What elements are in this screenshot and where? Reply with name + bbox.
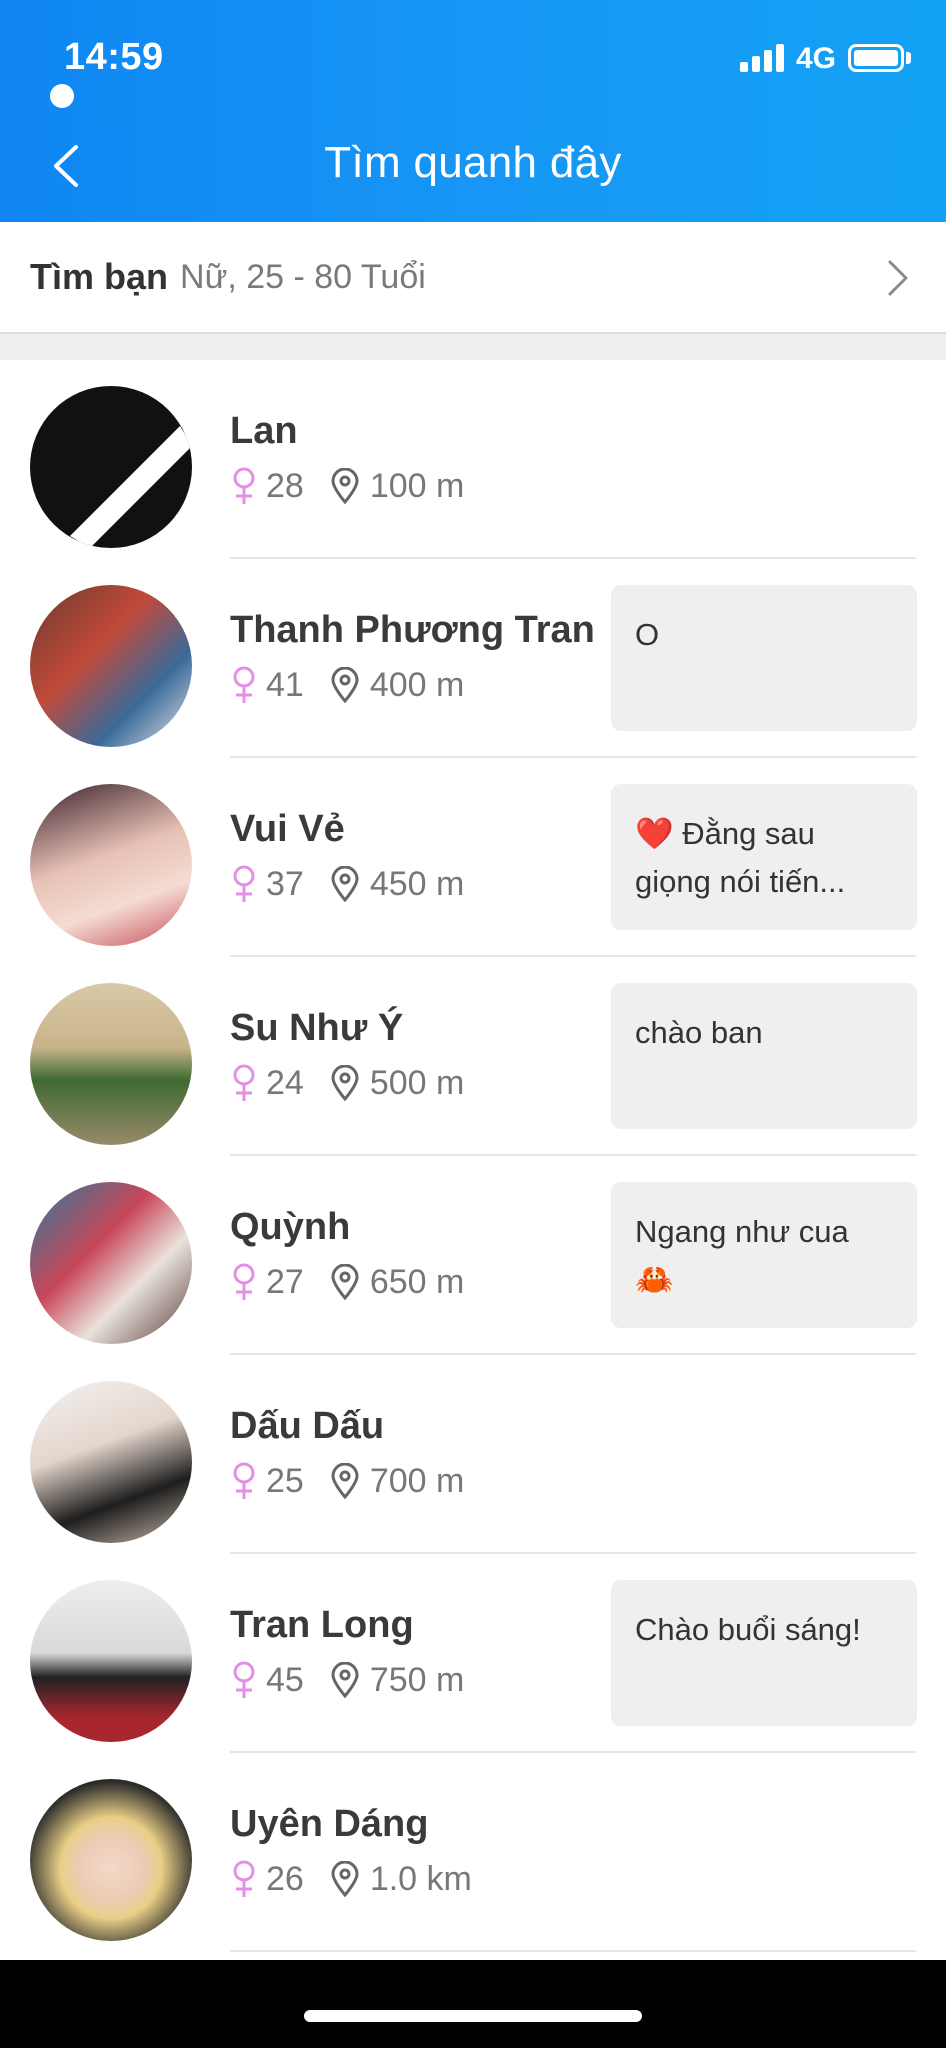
user-name: Vui Vẻ [230, 808, 345, 850]
user-distance: 400 m [369, 665, 465, 704]
user-name: Uyên Dáng [230, 1803, 429, 1845]
user-meta: 27 650 m [230, 1260, 464, 1304]
user-meta: 37 450 m [230, 862, 464, 906]
female-icon [233, 666, 255, 703]
filter-label: Tìm bạn [30, 256, 169, 297]
user-distance: 650 m [369, 1262, 465, 1301]
message-preview[interactable]: chào ban [611, 983, 917, 1129]
user-age: 26 [266, 1859, 304, 1898]
female-icon [233, 1661, 255, 1698]
user-distance: 450 m [369, 864, 465, 903]
user-name: Tran Long [230, 1604, 414, 1646]
user-row[interactable]: Lan 28 100 m [0, 360, 946, 559]
female-icon [233, 1064, 255, 1101]
location-pin-icon [331, 1463, 359, 1499]
filter-value: Nữ, 25 - 80 Tuổi [180, 257, 426, 296]
message-preview[interactable]: O [611, 585, 917, 731]
female-icon [233, 865, 255, 902]
user-distance: 100 m [369, 466, 465, 505]
female-icon [233, 1263, 255, 1300]
home-indicator[interactable] [304, 2010, 642, 2022]
message-preview[interactable]: Chào buổi sáng! [611, 1580, 917, 1726]
user-meta: 28 100 m [230, 464, 464, 508]
user-distance: 500 m [369, 1063, 465, 1102]
user-row[interactable]: Vui Vẻ 37 450 m ❤️ Đằng sau giọng nói ti… [0, 758, 946, 957]
avatar [30, 983, 192, 1145]
user-name: Lan [230, 410, 298, 452]
location-pin-icon [331, 1264, 359, 1300]
location-pin-icon [331, 1861, 359, 1897]
user-meta: 26 1.0 km [230, 1857, 472, 1901]
female-icon [233, 1462, 255, 1499]
avatar [30, 784, 192, 946]
battery-icon [848, 44, 904, 72]
message-preview[interactable]: Ngang như cua 🦀 [611, 1182, 917, 1328]
user-name: Su Như Ý [230, 1007, 404, 1049]
row-divider [230, 1950, 916, 1952]
user-row[interactable]: Thanh Phương Tran 41 400 m O [0, 559, 946, 758]
user-meta: 25 700 m [230, 1459, 464, 1503]
nearby-user-list: Lan 28 100 m Thanh Phương Tran 41 400 m … [0, 360, 946, 1960]
user-distance: 750 m [369, 1660, 465, 1699]
network-type: 4G [796, 42, 837, 75]
avatar [30, 1182, 192, 1344]
female-icon [233, 467, 255, 504]
location-pin-icon [331, 866, 359, 902]
user-meta: 41 400 m [230, 663, 464, 707]
section-divider [0, 334, 946, 360]
chevron-right-icon [888, 260, 908, 296]
user-age: 28 [266, 466, 304, 505]
female-icon [233, 1860, 255, 1897]
user-name: Thanh Phương Tran [230, 609, 595, 651]
user-name: Quỳnh [230, 1206, 351, 1248]
user-row[interactable]: Su Như Ý 24 500 m chào ban [0, 957, 946, 1156]
location-pin-icon [331, 1662, 359, 1698]
page-title: Tìm quanh đây [324, 138, 622, 187]
signal-icon [740, 44, 786, 72]
user-name: Dấu Dấu [230, 1405, 385, 1447]
location-pin-icon [331, 667, 359, 703]
location-pin-icon [331, 1065, 359, 1101]
avatar [30, 1779, 192, 1941]
user-age: 25 [266, 1461, 304, 1500]
user-age: 41 [266, 665, 304, 704]
user-meta: 24 500 m [230, 1061, 464, 1105]
avatar [30, 386, 192, 548]
status-time: 14:59 [64, 36, 164, 78]
user-distance: 700 m [369, 1461, 465, 1500]
user-row[interactable]: Tran Long 45 750 m Chào buổi sáng! [0, 1554, 946, 1753]
user-distance: 1.0 km [369, 1859, 472, 1898]
avatar [30, 585, 192, 747]
avatar [30, 1580, 192, 1742]
app-header: 14:59 4G Tìm quanh đây [0, 0, 946, 222]
user-row[interactable]: Uyên Dáng 26 1.0 km [0, 1753, 946, 1952]
user-row[interactable]: Quỳnh 27 650 m Ngang như cua 🦀 [0, 1156, 946, 1355]
user-age: 37 [266, 864, 304, 903]
home-bar-area [0, 1960, 946, 2048]
user-age: 27 [266, 1262, 304, 1301]
user-meta: 45 750 m [230, 1658, 464, 1702]
user-age: 45 [266, 1660, 304, 1699]
friend-filter-row[interactable]: Tìm bạn Nữ, 25 - 80 Tuổi [0, 222, 946, 334]
user-age: 24 [266, 1063, 304, 1102]
status-indicator-dot [50, 84, 74, 108]
message-preview[interactable]: ❤️ Đằng sau giọng nói tiến... [611, 784, 917, 930]
avatar [30, 1381, 192, 1543]
location-pin-icon [331, 468, 359, 504]
battery-cap [906, 52, 911, 64]
user-row[interactable]: Dấu Dấu 25 700 m [0, 1355, 946, 1554]
